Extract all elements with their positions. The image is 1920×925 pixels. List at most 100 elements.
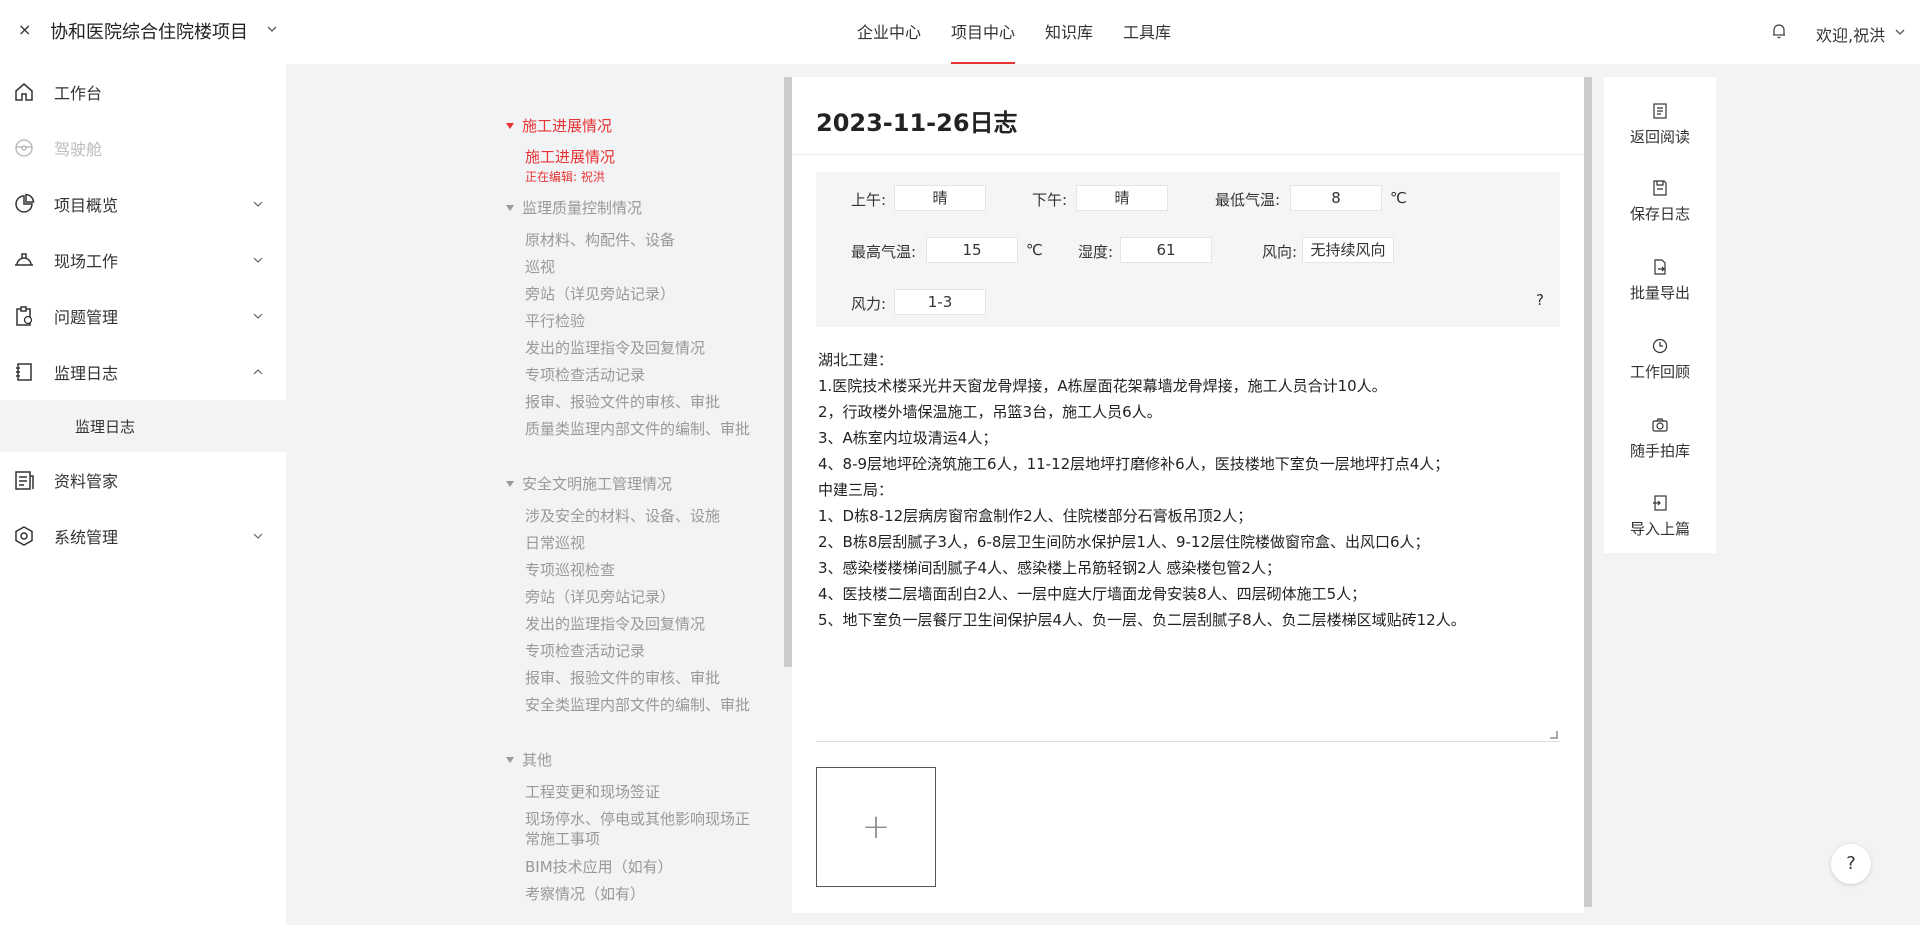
log-editor-card: 2023-11-26日志 上午: 晴 下午: 晴 最低气温: 8 ℃ 最高气温:…: [792, 77, 1584, 913]
log-line: 3、感染楼楼梯间刮腻子4人、感染楼上吊筋轻钢2人 感染楼包管2人；: [818, 559, 1281, 577]
chevron-down-icon: [253, 313, 263, 319]
outline-item[interactable]: 考察情况（如有）: [525, 884, 765, 904]
outline-item[interactable]: 现场停水、停电或其他影响现场正常施工事项: [525, 809, 755, 849]
settings-icon: [15, 526, 33, 546]
resize-handle[interactable]: [1550, 731, 1558, 739]
user-welcome[interactable]: 欢迎,祝洪: [1816, 22, 1885, 46]
save-icon: [1653, 180, 1667, 196]
min-temp-label: 最低气温:: [1215, 191, 1281, 209]
return-reading-button[interactable]: 返回阅读: [1604, 102, 1716, 162]
sidebar-item-cockpit[interactable]: 驾驶舱: [0, 120, 286, 176]
work-review-button[interactable]: 工作回顾: [1604, 337, 1716, 397]
document-icon: [15, 471, 34, 490]
camera-icon: [1652, 418, 1668, 432]
nav-knowledge-base[interactable]: 知识库: [1045, 0, 1093, 64]
log-line: 中建三局：: [818, 481, 894, 499]
project-title[interactable]: 协和医院综合住院楼项目: [50, 18, 248, 44]
nav-tool-library[interactable]: 工具库: [1123, 0, 1171, 64]
save-log-button[interactable]: 保存日志: [1604, 179, 1716, 239]
log-title: 2023-11-26日志: [816, 109, 1018, 137]
max-temp-field[interactable]: 15: [926, 237, 1018, 263]
outline-item[interactable]: 施工进展情况: [525, 147, 765, 167]
divider: [792, 154, 1584, 155]
sidebar-item-label: 监理日志: [54, 364, 119, 383]
caret-down-icon: [506, 480, 514, 487]
bell-icon[interactable]: [1770, 22, 1788, 40]
sidebar-subitem-supervision-log[interactable]: 监理日志: [0, 400, 286, 452]
log-line: 2、B栋8层刮腻子3人，6-8层卫生间防水保护层1人、9-12层住院楼做窗帘盒、…: [818, 533, 1430, 551]
nav-project-center[interactable]: 项目中心: [951, 0, 1016, 64]
help-button[interactable]: ?: [1831, 844, 1871, 884]
weather-help-icon[interactable]: ?: [1536, 291, 1544, 309]
outline-item[interactable]: 旁站（详见旁站记录）: [525, 284, 765, 304]
chevron-down-icon[interactable]: [1894, 26, 1906, 38]
sidebar-item-site-work[interactable]: 现场工作: [0, 232, 286, 288]
sidebar-item-project-overview[interactable]: 项目概览: [0, 176, 286, 232]
sidebar-item-supervision-log[interactable]: 监理日志: [0, 344, 286, 400]
outline-item[interactable]: 专项检查活动记录: [525, 365, 765, 385]
chevron-down-icon[interactable]: [265, 22, 279, 36]
log-content-editor[interactable]: 湖北工建： 1.医院技术楼采光井天窗龙骨焊接，A栋屋面花架幕墙龙骨焊接，施工人员…: [818, 347, 1558, 633]
pm-weather-field[interactable]: 晴: [1076, 185, 1168, 211]
upload-image-button[interactable]: +: [816, 767, 936, 887]
batch-export-button[interactable]: 批量导出: [1604, 258, 1716, 318]
am-weather-field[interactable]: 晴: [894, 185, 986, 211]
outline-item[interactable]: 发出的监理指令及回复情况: [525, 614, 765, 634]
outline-item[interactable]: 原材料、构配件、设备: [525, 230, 765, 250]
sidebar-item-label: 驾驶舱: [54, 140, 103, 159]
chevron-down-icon: [253, 257, 263, 263]
photo-library-button[interactable]: 随手拍库: [1604, 416, 1716, 476]
wind-force-field[interactable]: 1-3: [894, 289, 986, 315]
log-line: 1.医院技术楼采光井天窗龙骨焊接，A栋屋面花架幕墙龙骨焊接，施工人员合计10人。: [818, 377, 1387, 395]
caret-down-icon: [506, 756, 514, 763]
outline-item[interactable]: 工程变更和现场签证: [525, 782, 765, 802]
outline-item[interactable]: 安全类监理内部文件的编制、审批: [525, 695, 755, 715]
outline-group-other[interactable]: 其他: [506, 749, 552, 770]
wind-direction-label: 风向:: [1262, 243, 1298, 261]
import-previous-button[interactable]: 导入上篇: [1604, 494, 1716, 554]
log-line: 4、8-9层地坪砼浇筑施工6人，11-12层地坪打磨修补6人，医技楼地下室负一层…: [818, 455, 1450, 473]
humidity-field[interactable]: 61: [1120, 237, 1212, 263]
log-line: 5、地下室负一层餐厅卫生间保护层4人、负一层、负二层刮腻子8人、负二层楼梯区域贴…: [818, 611, 1466, 629]
pie-chart-icon: [15, 193, 35, 213]
outline-item[interactable]: 质量类监理内部文件的编制、审批: [525, 419, 755, 439]
outline-item[interactable]: 巡视: [525, 257, 765, 277]
dashboard-icon: [15, 139, 33, 157]
min-temp-field[interactable]: 8: [1290, 185, 1382, 211]
log-line: 2，行政楼外墙保温施工，吊篮3台，施工人员6人。: [818, 403, 1162, 421]
outline-item[interactable]: 旁站（详见旁站记录）: [525, 587, 765, 607]
outline-item[interactable]: 报审、报验文件的审核、审批: [525, 392, 765, 412]
am-weather-label: 上午:: [851, 191, 887, 209]
outline-item[interactable]: BIM技术应用（如有）: [525, 857, 765, 877]
caret-down-icon: [506, 122, 514, 129]
outline-item[interactable]: 报审、报验文件的审核、审批: [525, 668, 765, 688]
nav-enterprise-center[interactable]: 企业中心: [857, 0, 921, 64]
sidebar-item-issue-management[interactable]: 问题管理: [0, 288, 286, 344]
chevron-down-icon: [253, 533, 263, 539]
outline-item[interactable]: 平行检验: [525, 311, 765, 331]
outline-group-quality-control[interactable]: 监理质量控制情况: [506, 197, 642, 218]
export-icon: [1654, 259, 1666, 275]
sidebar-item-label: 系统管理: [54, 528, 119, 547]
close-button[interactable]: ×: [18, 20, 31, 39]
outline-scrollbar[interactable]: [784, 77, 792, 667]
sidebar-subitem-label: 监理日志: [75, 418, 136, 436]
document-icon: [1653, 103, 1667, 119]
outline-item[interactable]: 发出的监理指令及回复情况: [525, 338, 765, 358]
sidebar: 工作台 驾驶舱 项目概览 现场工作 问题管理 监理日志 监理日志 资料管家 系统…: [0, 64, 286, 925]
sidebar-item-system-management[interactable]: 系统管理: [0, 508, 286, 564]
outline-item[interactable]: 专项巡视检查: [525, 560, 765, 580]
log-line: 3、A栋室内垃圾清运4人；: [818, 429, 998, 447]
sidebar-item-document-manager[interactable]: 资料管家: [0, 452, 286, 508]
outline-group-safety-management[interactable]: 安全文明施工管理情况: [506, 473, 672, 494]
home-icon: [15, 83, 33, 101]
editor-scrollbar[interactable]: [1584, 77, 1592, 907]
sidebar-item-label: 现场工作: [54, 252, 119, 271]
outline-group-construction-progress[interactable]: 施工进展情况: [506, 115, 612, 136]
outline-item[interactable]: 专项检查活动记录: [525, 641, 765, 661]
chevron-down-icon: [253, 201, 263, 207]
wind-direction-field[interactable]: 无持续风向: [1302, 237, 1394, 263]
outline-item[interactable]: 日常巡视: [525, 533, 765, 553]
sidebar-item-workbench[interactable]: 工作台: [0, 64, 286, 120]
outline-item[interactable]: 涉及安全的材料、设备、设施: [525, 506, 765, 526]
